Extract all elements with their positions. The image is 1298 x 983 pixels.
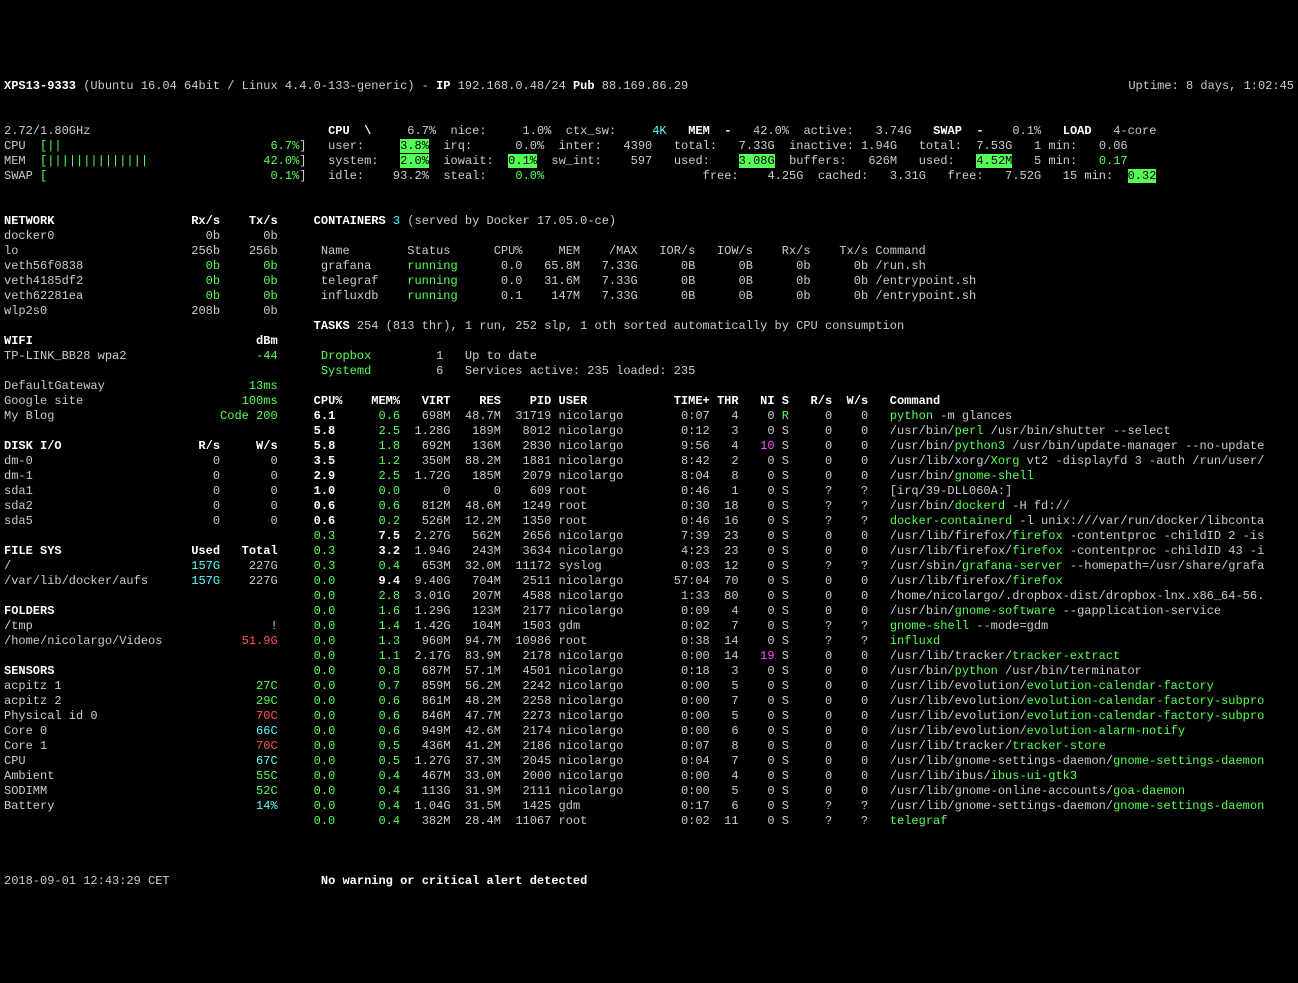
ctx-label: ctx_sw: — [566, 124, 616, 138]
buffers-label: buffers: — [789, 154, 847, 168]
load15-val: 0.32 — [1128, 169, 1157, 183]
os-info: (Ubuntu 16.04 64bit / Linux 4.4.0-133-ge… — [83, 79, 414, 93]
footer-alert: No warning or critical alert detected — [321, 874, 587, 888]
load15-label: 15 min: — [1063, 169, 1113, 183]
active-label: active: — [803, 124, 853, 138]
load5-val: 0.17 — [1099, 154, 1128, 168]
ctx-val: 4K — [652, 124, 666, 138]
nice-val: 1.0% — [523, 124, 552, 138]
mem-title: MEM - — [688, 124, 731, 138]
mem-total-val: 7.33G — [739, 139, 775, 153]
cached-val: 3.31G — [890, 169, 926, 183]
cpu-freq: 2.72/1.80GHz — [4, 124, 90, 138]
mem-pct: 42.0% — [753, 124, 789, 138]
header-line: XPS13-9333 (Ubuntu 16.04 64bit / Linux 4… — [4, 79, 1294, 94]
steal-label: steal: — [443, 169, 486, 183]
ip-label: IP — [436, 79, 450, 93]
buffers-val: 626M — [868, 154, 897, 168]
load1-label: 1 min: — [1034, 139, 1077, 153]
footer-time: 2018-09-01 12:43:29 CET — [4, 874, 170, 888]
mem-used-val: 3.08G — [739, 154, 775, 168]
swap-used-val: 4.52M — [976, 154, 1012, 168]
main-body: NETWORK Rx/s Tx/s CONTAINERS 3 (served b… — [4, 199, 1294, 844]
cached-label: cached: — [818, 169, 868, 183]
load-cores: 4-core — [1113, 124, 1156, 138]
mem-total-label: total: — [674, 139, 717, 153]
ip-value: 192.168.0.48/24 — [458, 79, 566, 93]
swap-used-label: used: — [919, 154, 955, 168]
inter-label: inter: — [559, 139, 602, 153]
swap-total-val: 7.53G — [976, 139, 1012, 153]
pub-label: Pub — [573, 79, 595, 93]
user-val: 3.8% — [400, 139, 429, 153]
swap-bar-label: SWAP — [4, 169, 33, 183]
mem-used-label: used: — [674, 154, 710, 168]
inter-val: 4390 — [623, 139, 652, 153]
swap-free-label: free: — [948, 169, 984, 183]
stats-block: 2.72/1.80GHz CPU \ 6.7% nice: 1.0% ctx_s… — [4, 109, 1294, 184]
active-val: 3.74G — [876, 124, 912, 138]
mem-bar-pct: 42.0% — [263, 154, 299, 168]
swap-total-label: total: — [919, 139, 962, 153]
idle-val: 93.2% — [393, 169, 429, 183]
hostname: XPS13-9333 — [4, 79, 76, 93]
swap-bar-pct: 0.1% — [270, 169, 299, 183]
system-label: system: — [328, 154, 378, 168]
swap-bar: [ — [40, 169, 47, 183]
cpu-title: CPU \ — [328, 124, 371, 138]
mem-bar-label: MEM — [4, 154, 26, 168]
system-val: 2.0% — [400, 154, 429, 168]
terminal-output: XPS13-9333 (Ubuntu 16.04 64bit / Linux 4… — [4, 64, 1294, 904]
swint-val: 597 — [631, 154, 653, 168]
mem-free-val: 4.25G — [767, 169, 803, 183]
irq-val: 0.0% — [515, 139, 544, 153]
load1-val: 0.06 — [1099, 139, 1128, 153]
iowait-label: iowait: — [443, 154, 493, 168]
swap-title: SWAP - — [933, 124, 983, 138]
swap-pct: 0.1% — [1012, 124, 1041, 138]
load-title: LOAD — [1063, 124, 1092, 138]
cpu-bar-pct: 6.7% — [270, 139, 299, 153]
cpu-bar-label: CPU — [4, 139, 26, 153]
idle-label: idle: — [328, 169, 364, 183]
pub-value: 88.169.86.29 — [602, 79, 688, 93]
user-label: user: — [328, 139, 364, 153]
cpu-bar: [|| — [40, 139, 62, 153]
load5-label: 5 min: — [1034, 154, 1077, 168]
swint-label: sw_int: — [551, 154, 601, 168]
swap-free-val: 7.52G — [1005, 169, 1041, 183]
steal-val: 0.0% — [515, 169, 544, 183]
irq-label: irq: — [443, 139, 472, 153]
inactive-label: inactive: — [789, 139, 854, 153]
inactive-val: 1.94G — [861, 139, 897, 153]
nice-label: nice: — [451, 124, 487, 138]
iowait-val: 0.1% — [508, 154, 537, 168]
mem-free-label: free: — [703, 169, 739, 183]
cpu-pct: 6.7% — [407, 124, 436, 138]
uptime: Uptime: 8 days, 1:02:45 — [1128, 79, 1294, 94]
mem-bar: [|||||||||||||| — [40, 154, 148, 168]
footer-line: 2018-09-01 12:43:29 CET No warning or cr… — [4, 859, 1294, 889]
